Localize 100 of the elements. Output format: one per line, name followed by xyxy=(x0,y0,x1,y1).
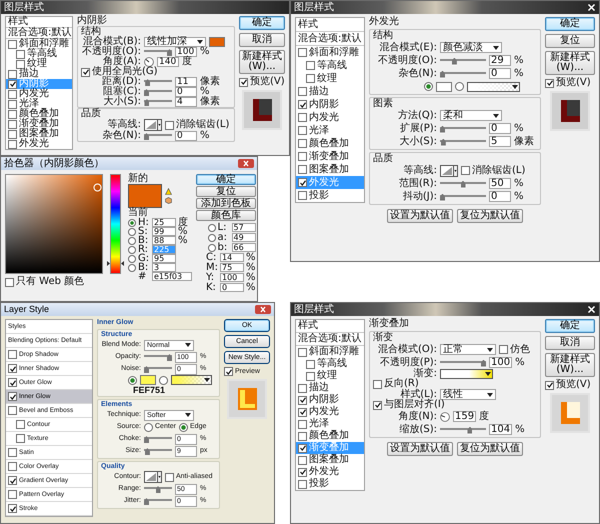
caret-icon[interactable] xyxy=(485,372,491,376)
value-field[interactable]: 14 xyxy=(220,253,244,262)
slider[interactable] xyxy=(144,497,172,505)
checkbox[interactable] xyxy=(16,60,25,68)
dialog-button[interactable]: 复位 xyxy=(545,34,595,48)
sidebar-item[interactable]: 光泽 xyxy=(296,418,364,430)
value-field[interactable]: 75 xyxy=(220,263,244,272)
checkbox[interactable] xyxy=(298,126,307,135)
checkbox[interactable] xyxy=(239,78,248,86)
sidebar-item[interactable]: 样式 xyxy=(6,17,72,28)
sidebar-item[interactable]: 斜面和浮雕 xyxy=(6,39,72,49)
slider[interactable] xyxy=(440,124,486,132)
sidebar-item[interactable]: 光泽 xyxy=(296,124,364,137)
sidebar-item[interactable]: 颜色叠加 xyxy=(296,430,364,442)
slider-thumb[interactable] xyxy=(144,366,149,373)
dialog-button[interactable]: 确定 xyxy=(545,17,595,31)
slider-thumb[interactable] xyxy=(167,354,172,361)
color-swatch[interactable] xyxy=(140,375,156,385)
sidebar-item[interactable]: 纹理 xyxy=(6,59,72,69)
caret-icon[interactable] xyxy=(493,46,499,50)
sidebar-item[interactable]: 纹理 xyxy=(296,72,364,85)
value-field[interactable]: 0 xyxy=(489,191,511,202)
value-field[interactable]: 104 xyxy=(489,424,512,435)
radio-button[interactable] xyxy=(159,376,168,384)
dialog-button[interactable]: 复位为默认值 xyxy=(457,442,523,456)
checkbox[interactable] xyxy=(16,420,25,429)
slider[interactable] xyxy=(440,358,486,366)
checkbox[interactable] xyxy=(373,400,382,410)
sidebar-item[interactable]: 图案叠加 xyxy=(6,129,72,139)
value-field[interactable]: 66 xyxy=(232,243,256,252)
dialog-button[interactable]: 复位为默认值 xyxy=(457,209,523,223)
slider[interactable] xyxy=(440,70,486,78)
slider-thumb[interactable] xyxy=(144,99,150,106)
dialog-button[interactable]: 复位 xyxy=(196,186,256,197)
slider-thumb[interactable] xyxy=(144,133,149,140)
color-swatch[interactable] xyxy=(209,37,225,47)
sidebar-item[interactable]: 等高线 xyxy=(6,49,72,59)
checkbox[interactable] xyxy=(5,278,14,286)
value-field[interactable]: 100 xyxy=(175,47,197,57)
sidebar-item[interactable]: 内发光 xyxy=(296,111,364,124)
checkbox[interactable] xyxy=(16,434,25,443)
dialog-button[interactable]: 颜色库 xyxy=(196,210,256,221)
slider[interactable] xyxy=(144,98,172,106)
slider-thumb[interactable] xyxy=(460,180,466,188)
radio-button[interactable] xyxy=(128,376,137,384)
checkbox[interactable] xyxy=(81,68,90,76)
sidebar-item[interactable]: 混合选项:默认 xyxy=(6,28,72,39)
slider-thumb[interactable] xyxy=(440,126,445,132)
value-field[interactable]: 11 xyxy=(175,77,197,87)
sidebar-item[interactable]: 内阴影 xyxy=(296,98,364,111)
radio-button[interactable] xyxy=(208,234,216,242)
sidebar-item[interactable]: 外发光 xyxy=(6,139,72,149)
checkbox[interactable] xyxy=(298,396,307,404)
angle-dial[interactable] xyxy=(440,412,450,422)
checkbox[interactable] xyxy=(306,74,315,83)
sidebar-item[interactable]: 内阴影 xyxy=(296,394,364,406)
color-swatch[interactable] xyxy=(436,82,452,92)
dialog-button[interactable]: 设置为默认值 xyxy=(387,442,453,456)
dialog-button[interactable]: 新建样式(W)... xyxy=(545,353,595,377)
radio-button[interactable] xyxy=(128,228,136,236)
sidebar-item[interactable]: 颜色叠加 xyxy=(6,109,72,119)
radio-button[interactable] xyxy=(424,82,433,91)
dropdown[interactable]: 线性加深 xyxy=(144,37,206,47)
checkbox[interactable] xyxy=(298,178,307,187)
sidebar-item[interactable]: 投影 xyxy=(296,189,364,202)
checkbox[interactable] xyxy=(165,472,174,482)
dialog-button[interactable]: 取消 xyxy=(239,33,285,47)
contour-picker[interactable] xyxy=(144,119,162,131)
checkbox[interactable] xyxy=(298,420,307,428)
checkbox[interactable] xyxy=(298,191,307,200)
angle-dial[interactable] xyxy=(144,57,154,67)
sidebar-item[interactable]: 图案叠加 xyxy=(296,454,364,466)
contour-picker[interactable] xyxy=(440,164,458,176)
sidebar-item[interactable]: 外发光 xyxy=(296,466,364,478)
checkbox[interactable] xyxy=(499,345,508,354)
value-field[interactable]: 4 xyxy=(175,97,197,107)
contour-picker[interactable] xyxy=(144,471,162,483)
value-field[interactable]: e15f03 xyxy=(152,272,192,281)
checkbox[interactable] xyxy=(373,380,382,388)
checkbox[interactable] xyxy=(8,504,17,513)
checkbox[interactable] xyxy=(8,392,17,401)
checkbox[interactable] xyxy=(298,468,307,476)
color-field[interactable] xyxy=(5,174,103,274)
checkbox[interactable] xyxy=(8,140,17,148)
slider-thumb[interactable] xyxy=(481,360,486,366)
close-icon[interactable] xyxy=(587,3,596,12)
dialog-button[interactable]: 取消 xyxy=(545,336,595,350)
color-marker[interactable] xyxy=(93,183,102,192)
sidebar-item[interactable]: 渐变叠加 xyxy=(296,150,364,163)
checkbox[interactable] xyxy=(298,100,307,109)
caret-icon[interactable] xyxy=(185,343,191,347)
sidebar-item[interactable]: 样式 xyxy=(296,320,364,333)
sidebar-item[interactable]: 描边 xyxy=(296,85,364,98)
value-field[interactable]: 25 xyxy=(152,218,176,227)
value-field[interactable]: 0 xyxy=(489,68,511,79)
checkbox[interactable] xyxy=(298,113,307,122)
gradient-picker[interactable] xyxy=(171,375,212,385)
checkbox[interactable] xyxy=(298,384,307,392)
checkbox[interactable] xyxy=(165,120,174,130)
radio-button[interactable] xyxy=(128,254,136,262)
